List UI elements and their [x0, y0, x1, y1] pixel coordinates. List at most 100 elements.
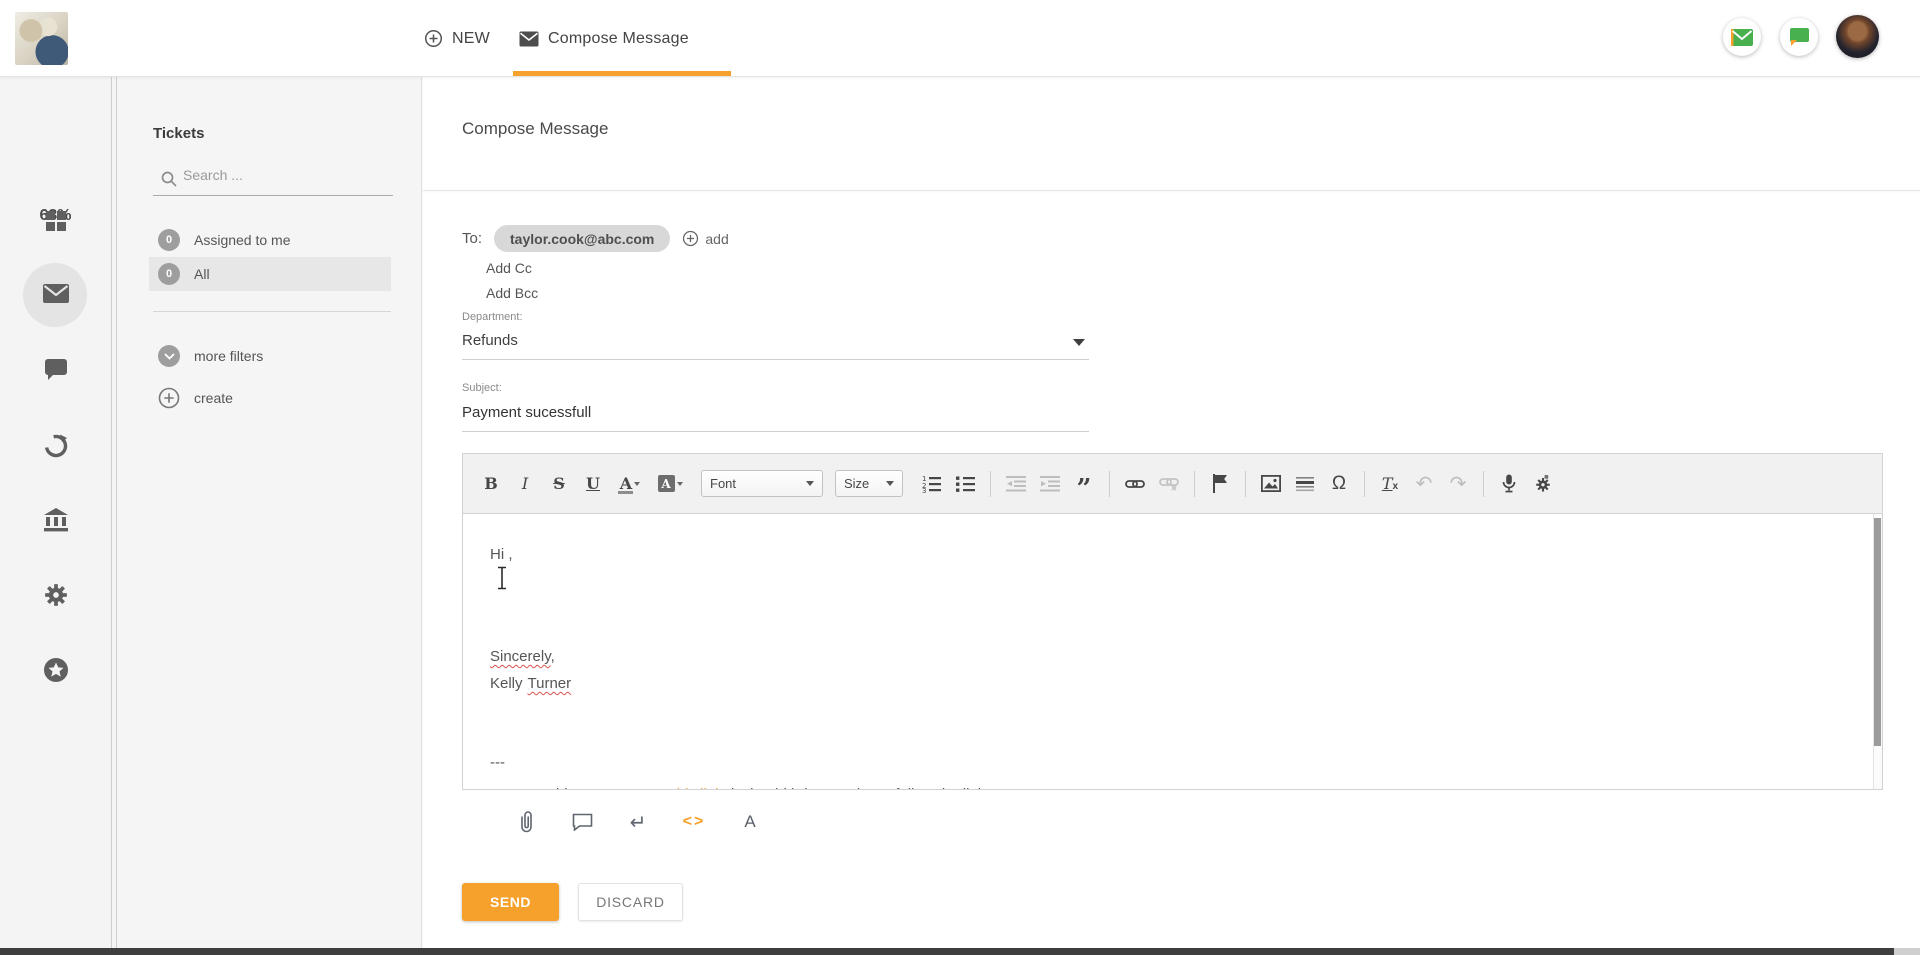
caret-down-icon [886, 481, 894, 486]
remove-format-button[interactable]: T x [1376, 470, 1404, 498]
app-root: NEW Compose Message 63% [0, 0, 1920, 955]
add-recipient-button[interactable]: add [682, 230, 728, 247]
nav-favorites[interactable] [0, 657, 111, 683]
dictation-button[interactable] [1495, 470, 1523, 498]
bullet-list-button[interactable] [951, 470, 979, 498]
insert-reply-button[interactable]: ↵ [623, 807, 653, 837]
canned-response-button[interactable] [567, 807, 597, 837]
mail-notification-button[interactable] [1723, 18, 1761, 56]
dropdown-caret-icon [1073, 339, 1085, 346]
link-button[interactable] [1121, 470, 1149, 498]
text-format-button[interactable]: A [735, 807, 765, 837]
size-select-label: Size [844, 476, 869, 491]
search-icon [161, 171, 177, 187]
nav-chat[interactable] [0, 358, 111, 381]
filter-assigned-to-me[interactable]: 0 Assigned to me [149, 223, 391, 257]
nav-settings[interactable] [0, 582, 111, 608]
horizontal-rule-button[interactable] [1291, 470, 1319, 498]
horizontal-rule-icon [1296, 476, 1314, 492]
unlink-button[interactable] [1155, 470, 1183, 498]
outdent-button[interactable] [1002, 470, 1030, 498]
italic-glyph: I [522, 474, 528, 493]
toolbar-separator [1109, 471, 1110, 497]
page-title: Compose Message [462, 119, 608, 139]
subject-input[interactable] [462, 404, 1089, 421]
editor-action-row: ↵ <> A [511, 807, 765, 837]
underline-button[interactable]: U [579, 470, 607, 498]
editor-scrollbar[interactable] [1873, 514, 1882, 790]
create-button[interactable]: create [158, 387, 233, 409]
active-tab-underline [513, 71, 731, 76]
search-row [153, 167, 393, 185]
subject-label: Subject: [462, 382, 502, 394]
text-color-button[interactable]: A [613, 470, 647, 498]
nav-activity[interactable] [0, 433, 111, 459]
editor-settings-button[interactable] [1529, 470, 1557, 498]
add-cc-button[interactable]: Add Cc [486, 260, 532, 276]
source-code-button[interactable]: <> [679, 807, 709, 837]
link-icon [1125, 478, 1145, 490]
toolbar-separator [1483, 471, 1484, 497]
nav-organizations[interactable] [0, 508, 111, 532]
to-row: To: taylor.cook@abc.com add [462, 225, 729, 252]
italic-button[interactable]: I [511, 470, 539, 498]
top-bar: NEW Compose Message [0, 0, 1920, 77]
strikethrough-button[interactable]: S [545, 470, 573, 498]
svg-text:3: 3 [922, 487, 926, 493]
filter-label: All [194, 266, 210, 282]
message-body-editor[interactable]: Hi , Sincerely, KellyTurner --- To get t… [462, 514, 1883, 790]
nav-dashboard[interactable] [0, 208, 111, 234]
create-label: create [194, 390, 233, 406]
star-circle-icon [43, 657, 69, 683]
envelope-icon [519, 31, 539, 47]
blockquote-button[interactable]: ” [1070, 470, 1098, 498]
bold-button[interactable]: B [477, 470, 505, 498]
font-size-select[interactable]: Size [835, 470, 903, 497]
send-button[interactable]: SEND [462, 883, 559, 921]
green-envelope-icon [1730, 28, 1754, 47]
plus-circle-icon [424, 29, 443, 48]
discard-button[interactable]: DISCARD [578, 883, 683, 921]
return-arrow-glyph: ↵ [630, 810, 647, 835]
paperclip-icon [520, 811, 533, 833]
search-input[interactable] [183, 167, 383, 183]
bottom-status-strip [0, 948, 1920, 955]
tab-new[interactable]: NEW [424, 0, 490, 77]
more-filters-button[interactable]: more filters [158, 345, 263, 367]
insert-image-button[interactable] [1257, 470, 1285, 498]
ordered-list-button[interactable]: 1 2 3 [917, 470, 945, 498]
tab-compose-label: Compose Message [548, 30, 689, 48]
footer-link[interactable]: this link [673, 786, 723, 790]
divider [153, 311, 391, 312]
toolbar-separator [1194, 471, 1195, 497]
font-family-select[interactable]: Font [701, 470, 823, 497]
gear-plugin-icon [1534, 475, 1552, 493]
recipient-chip[interactable]: taylor.cook@abc.com [494, 225, 670, 252]
redo-button[interactable]: ↷ [1444, 470, 1472, 498]
remove-format-sub-glyph: x [1393, 481, 1399, 492]
user-avatar[interactable] [1836, 15, 1879, 58]
department-select[interactable]: Refunds [462, 332, 1088, 349]
add-label: add [705, 231, 728, 247]
tickets-sidebar: Tickets 0 Assigned to me 0 All more filt… [117, 77, 422, 948]
background-color-button[interactable]: A [653, 470, 687, 498]
body-signature-name: KellyTurner [490, 675, 571, 692]
plus-circle-icon [682, 230, 699, 247]
tab-compose-message[interactable]: Compose Message [519, 0, 689, 77]
chat-notification-button[interactable] [1780, 18, 1818, 56]
count-badge: 0 [158, 229, 180, 251]
to-label: To: [462, 230, 482, 247]
attach-file-button[interactable] [511, 807, 541, 837]
indent-button[interactable] [1036, 470, 1064, 498]
add-bcc-button[interactable]: Add Bcc [486, 285, 538, 301]
nav-tickets-mail[interactable] [0, 283, 111, 304]
editor-scrollbar-thumb[interactable] [1874, 518, 1881, 746]
text-cursor-icon [495, 566, 509, 590]
undo-button[interactable]: ↶ [1410, 470, 1438, 498]
special-char-button[interactable]: Ω [1325, 470, 1353, 498]
caret-down-icon [806, 481, 814, 486]
app-logo[interactable] [15, 12, 68, 65]
anchor-flag-button[interactable] [1206, 470, 1234, 498]
filter-all[interactable]: 0 All [149, 257, 391, 291]
bg-color-glyph: A [658, 475, 675, 492]
